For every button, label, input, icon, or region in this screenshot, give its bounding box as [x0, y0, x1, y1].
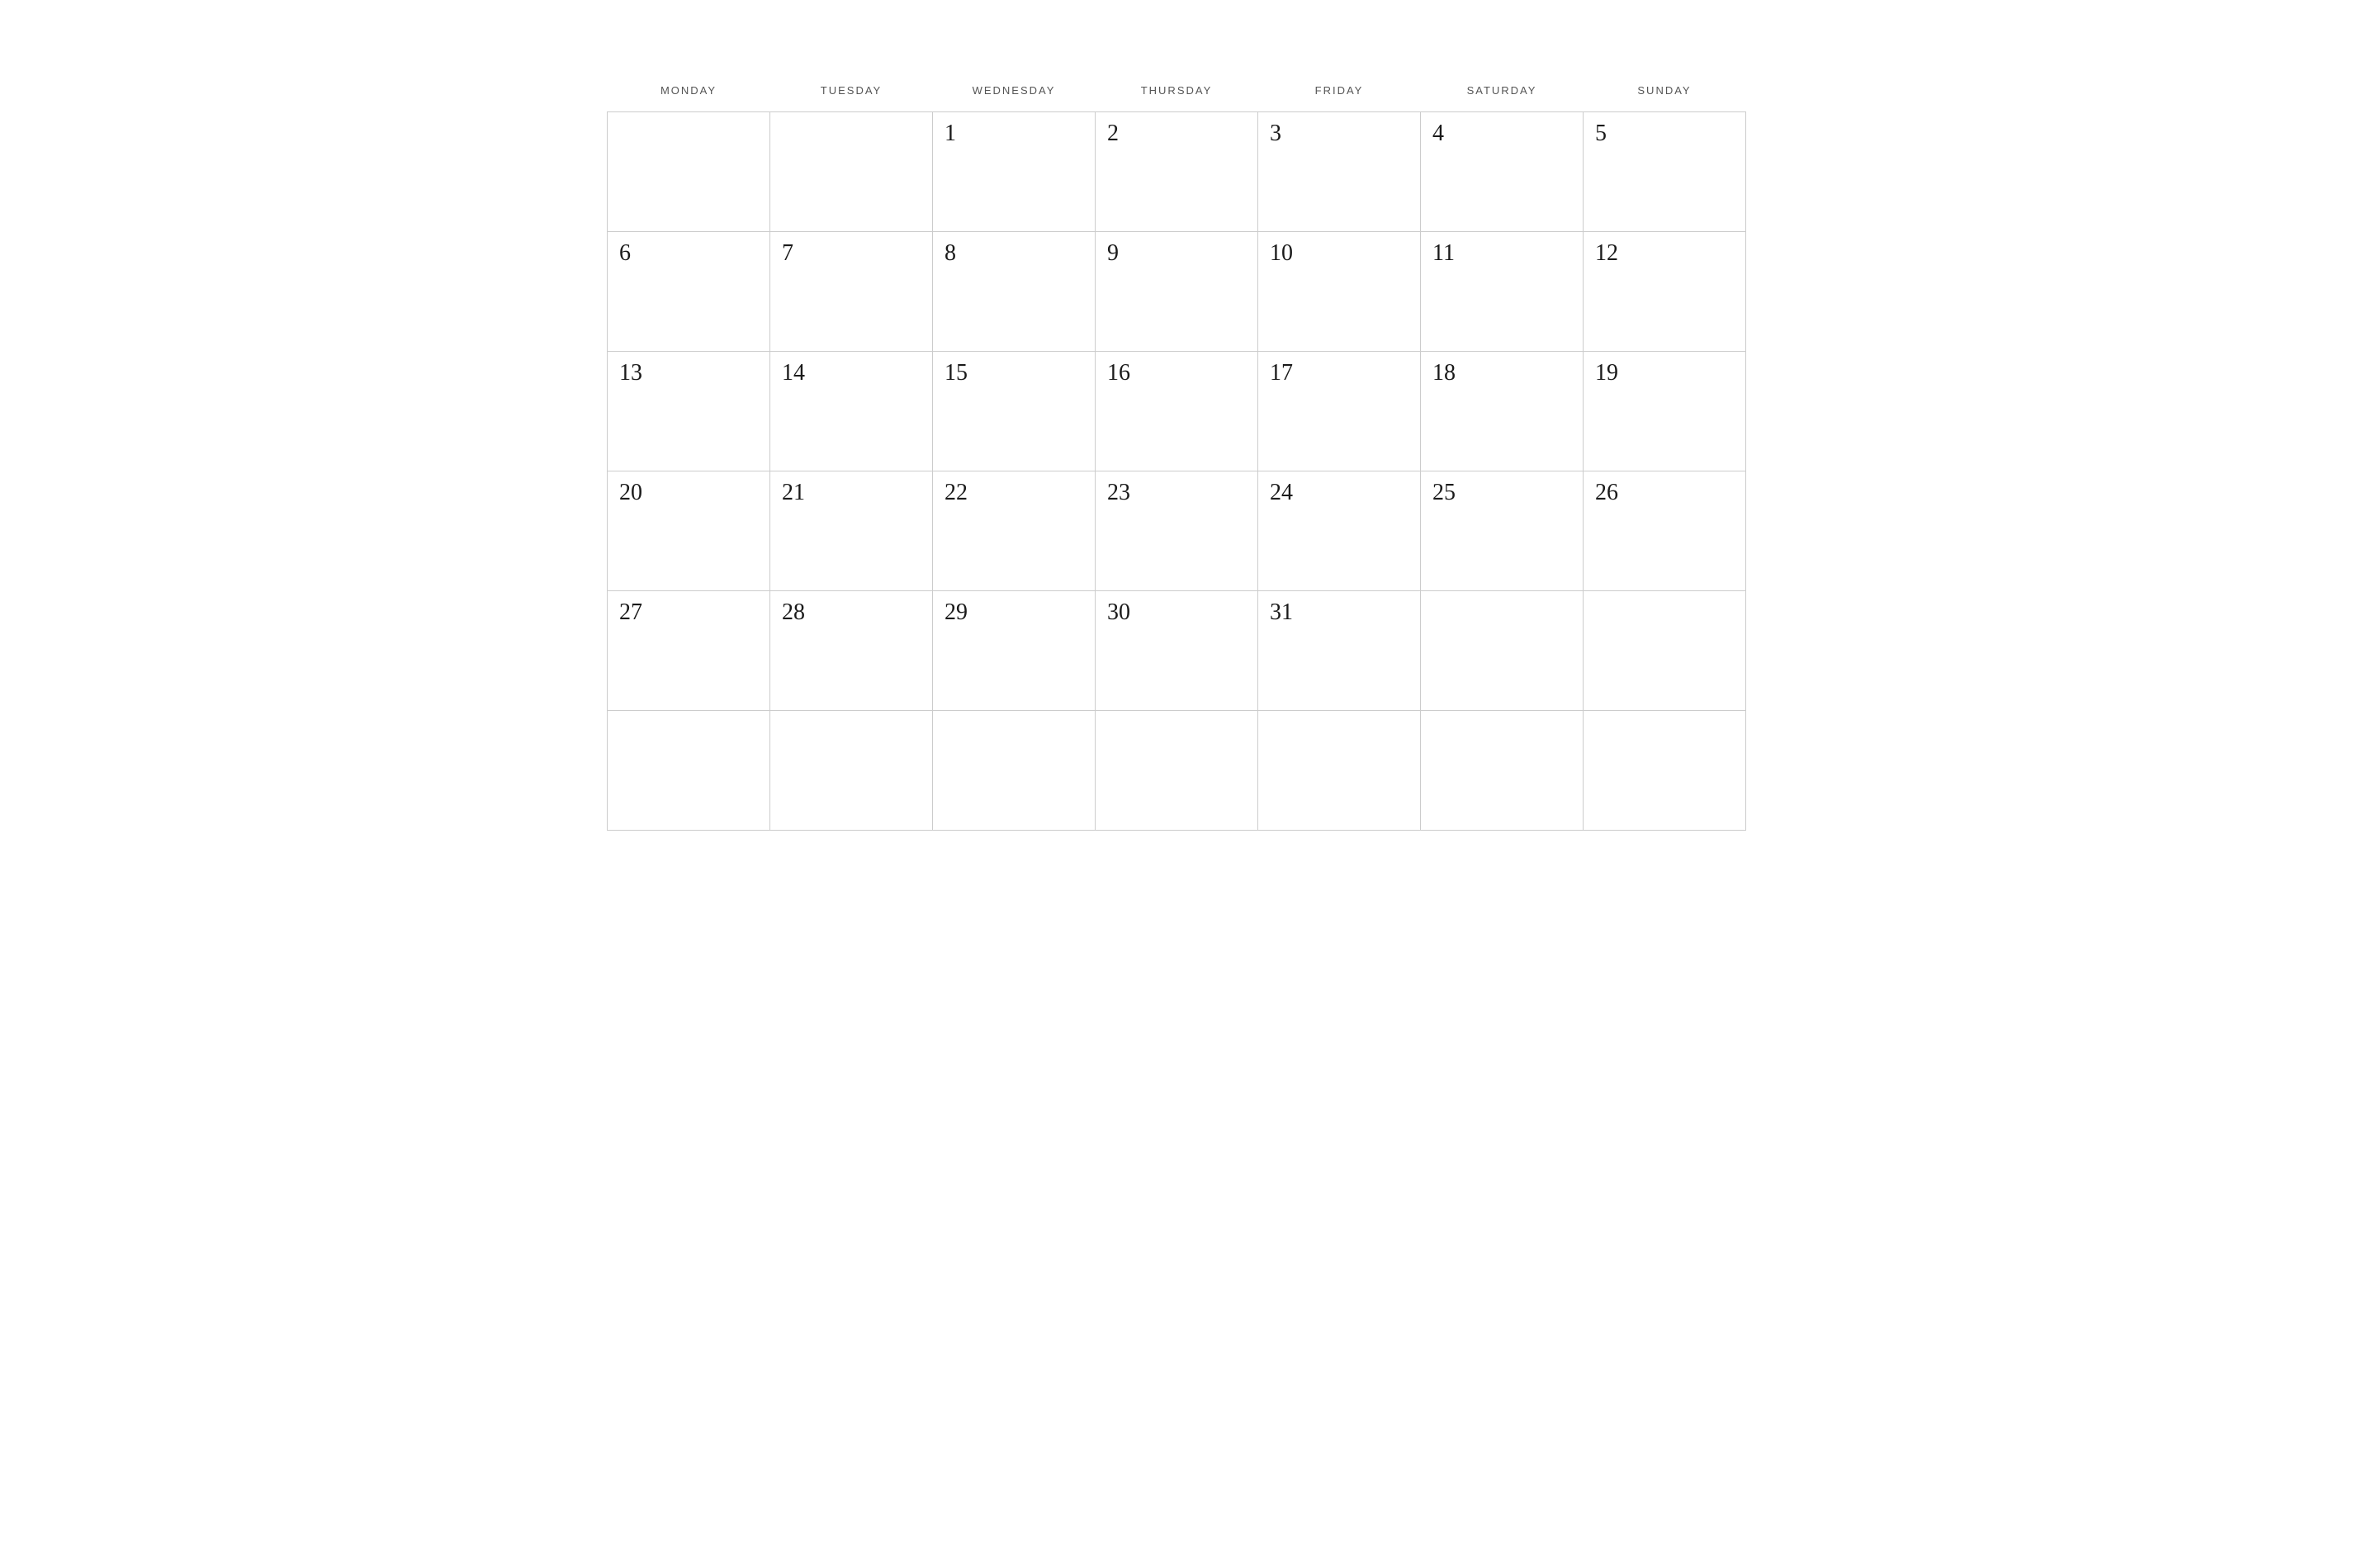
day-number-23: 23 — [1107, 481, 1246, 505]
day-header-friday: FRIDAY — [1258, 74, 1421, 112]
day-number-7: 7 — [782, 242, 921, 265]
day-number-15: 15 — [945, 362, 1083, 385]
day-header-wednesday: WEDNESDAY — [933, 74, 1096, 112]
day-header-tuesday: TUESDAY — [770, 74, 933, 112]
day-number-30: 30 — [1107, 601, 1246, 624]
day-cell-27: 27 — [608, 591, 770, 711]
day-number-13: 13 — [619, 362, 758, 385]
calendar-grid: MONDAYTUESDAYWEDNESDAYTHURSDAYFRIDAYSATU… — [607, 74, 1746, 831]
day-number-17: 17 — [1270, 362, 1408, 385]
empty-cell — [933, 711, 1096, 831]
day-number-28: 28 — [782, 601, 921, 624]
empty-cell — [1584, 591, 1746, 711]
day-cell-23: 23 — [1096, 471, 1258, 591]
day-cell-13: 13 — [608, 352, 770, 471]
day-number-31: 31 — [1270, 601, 1408, 624]
day-number-21: 21 — [782, 481, 921, 505]
week-row-2: 6 7 8 9 10 11 12 — [608, 232, 1746, 352]
day-number-22: 22 — [945, 481, 1083, 505]
day-number-25: 25 — [1432, 481, 1571, 505]
day-cell-29: 29 — [933, 591, 1096, 711]
day-cell-19: 19 — [1584, 352, 1746, 471]
day-cell-7: 7 — [770, 232, 933, 352]
week-row-4: 20 21 22 23 24 25 26 — [608, 471, 1746, 591]
day-number-9: 9 — [1107, 242, 1246, 265]
day-cell-15: 15 — [933, 352, 1096, 471]
day-number-24: 24 — [1270, 481, 1408, 505]
day-number-6: 6 — [619, 242, 758, 265]
day-number-4: 4 — [1432, 122, 1571, 145]
empty-cell — [1421, 711, 1584, 831]
day-number-8: 8 — [945, 242, 1083, 265]
day-cell-9: 9 — [1096, 232, 1258, 352]
day-cell-17: 17 — [1258, 352, 1421, 471]
day-number-19: 19 — [1595, 362, 1734, 385]
day-cell-1: 1 — [933, 112, 1096, 232]
day-cell-28: 28 — [770, 591, 933, 711]
empty-cell — [1258, 711, 1421, 831]
week-row-6 — [608, 711, 1746, 831]
day-cell-12: 12 — [1584, 232, 1746, 352]
day-cell-11: 11 — [1421, 232, 1584, 352]
day-cell-25: 25 — [1421, 471, 1584, 591]
day-number-12: 12 — [1595, 242, 1734, 265]
empty-cell — [1096, 711, 1258, 831]
day-header-monday: MONDAY — [608, 74, 770, 112]
day-number-18: 18 — [1432, 362, 1571, 385]
day-number-26: 26 — [1595, 481, 1734, 505]
day-cell-5: 5 — [1584, 112, 1746, 232]
day-cell-4: 4 — [1421, 112, 1584, 232]
day-cell-21: 21 — [770, 471, 933, 591]
day-number-2: 2 — [1107, 122, 1246, 145]
empty-cell — [608, 711, 770, 831]
day-cell-20: 20 — [608, 471, 770, 591]
day-cell-10: 10 — [1258, 232, 1421, 352]
empty-cell — [1421, 591, 1584, 711]
header-row: MONDAYTUESDAYWEDNESDAYTHURSDAYFRIDAYSATU… — [608, 74, 1746, 112]
day-number-27: 27 — [619, 601, 758, 624]
day-number-11: 11 — [1432, 242, 1571, 265]
day-number-14: 14 — [782, 362, 921, 385]
day-cell-18: 18 — [1421, 352, 1584, 471]
day-cell-26: 26 — [1584, 471, 1746, 591]
day-cell-30: 30 — [1096, 591, 1258, 711]
day-cell-22: 22 — [933, 471, 1096, 591]
day-header-saturday: SATURDAY — [1421, 74, 1584, 112]
empty-cell — [770, 711, 933, 831]
calendar-container: MONDAYTUESDAYWEDNESDAYTHURSDAYFRIDAYSATU… — [607, 74, 1746, 831]
week-row-1: 1 2 3 4 5 — [608, 112, 1746, 232]
day-cell-8: 8 — [933, 232, 1096, 352]
day-number-16: 16 — [1107, 362, 1246, 385]
day-number-1: 1 — [945, 122, 1083, 145]
day-number-20: 20 — [619, 481, 758, 505]
day-cell-3: 3 — [1258, 112, 1421, 232]
day-number-29: 29 — [945, 601, 1083, 624]
week-row-3: 13 14 15 16 17 18 19 — [608, 352, 1746, 471]
week-row-5: 27 28 29 30 31 — [608, 591, 1746, 711]
day-cell-16: 16 — [1096, 352, 1258, 471]
day-cell-6: 6 — [608, 232, 770, 352]
empty-cell — [608, 112, 770, 232]
day-number-10: 10 — [1270, 242, 1408, 265]
day-cell-2: 2 — [1096, 112, 1258, 232]
day-number-3: 3 — [1270, 122, 1408, 145]
day-header-thursday: THURSDAY — [1096, 74, 1258, 112]
day-number-5: 5 — [1595, 122, 1734, 145]
day-header-sunday: SUNDAY — [1584, 74, 1746, 112]
day-cell-24: 24 — [1258, 471, 1421, 591]
empty-cell — [1584, 711, 1746, 831]
day-cell-31: 31 — [1258, 591, 1421, 711]
day-cell-14: 14 — [770, 352, 933, 471]
empty-cell — [770, 112, 933, 232]
